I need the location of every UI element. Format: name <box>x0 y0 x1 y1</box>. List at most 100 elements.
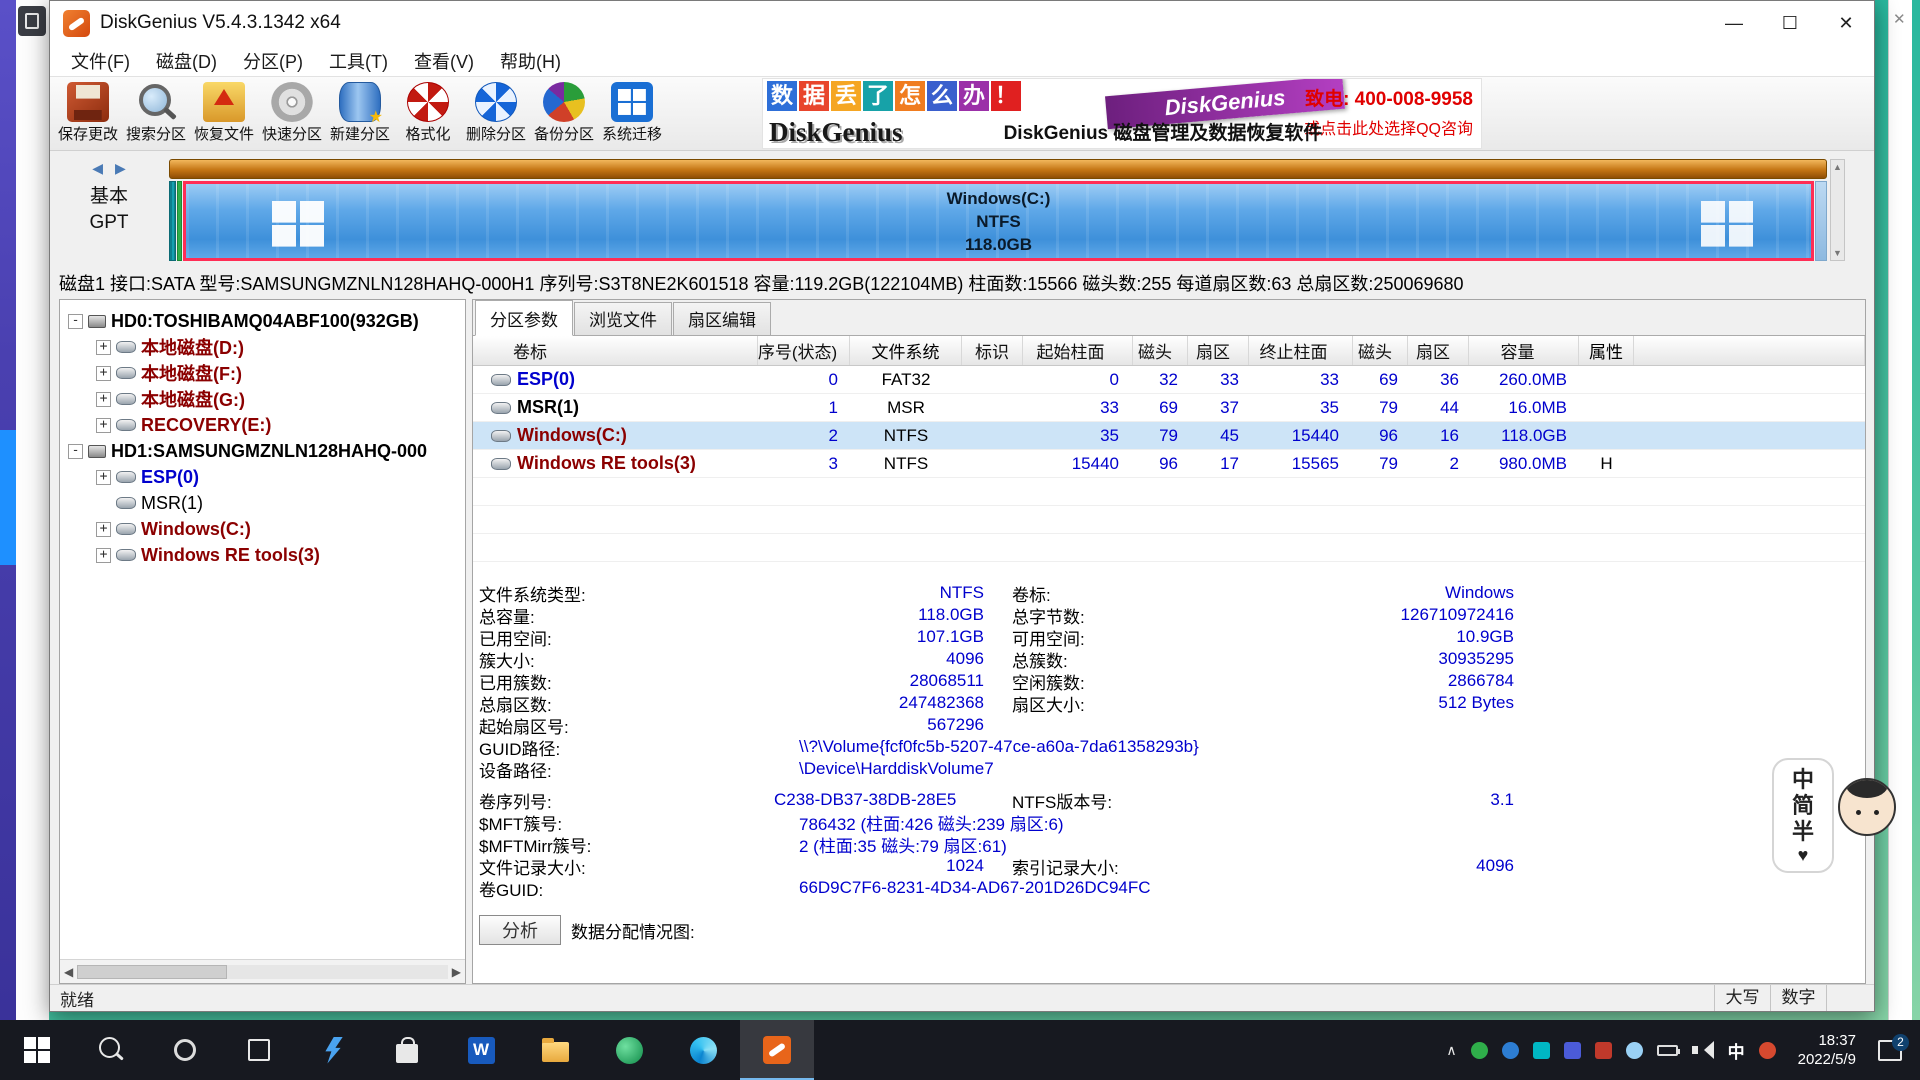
column-header[interactable]: 标识 <box>962 336 1023 365</box>
scroll-right-arrow-icon[interactable]: ▶ <box>452 965 461 979</box>
battery-icon[interactable] <box>1657 1045 1678 1056</box>
menu-tools[interactable]: 工具(T) <box>316 48 401 74</box>
expand-icon[interactable]: + <box>96 340 111 355</box>
column-header[interactable]: 文件系统 <box>850 336 962 365</box>
prev-disk-arrow-icon[interactable]: ◀ <box>92 160 115 176</box>
tray-icon-sogou[interactable] <box>1759 1042 1776 1059</box>
table-row-windows-c[interactable]: Windows(C:) 2 NTFS 35 79 45 15440 96 16 … <box>473 422 1865 450</box>
tray-icon-blue[interactable] <box>1502 1042 1519 1059</box>
tray-icon-red[interactable] <box>1595 1042 1612 1059</box>
background-close-icon[interactable]: ✕ <box>1893 10 1906 28</box>
column-header[interactable]: 扇区 <box>1188 336 1249 365</box>
tab-browse-files[interactable]: 浏览文件 <box>574 302 672 335</box>
start-button[interactable] <box>0 1020 74 1080</box>
column-header[interactable]: 容量 <box>1469 336 1579 365</box>
recover-files-button[interactable]: 恢复文件 <box>190 77 258 150</box>
column-header[interactable]: 扇区 <box>1408 336 1469 365</box>
expand-icon[interactable]: + <box>96 522 111 537</box>
expand-icon[interactable]: + <box>96 548 111 563</box>
menu-view[interactable]: 查看(V) <box>401 48 487 74</box>
partition-block-windows-c[interactable]: Windows(C:) NTFS 118.0GB <box>183 181 1814 261</box>
disk-header-bar[interactable] <box>169 159 1827 179</box>
column-header[interactable]: 磁头 <box>1353 336 1408 365</box>
partition-block-msr[interactable] <box>177 181 182 261</box>
expand-icon[interactable]: + <box>96 418 111 433</box>
ad-banner[interactable]: 数 据 丢 了 怎 么 办 ！ DiskGenius DiskGenius 致电… <box>762 78 1482 149</box>
taskbar-search-button[interactable] <box>74 1020 148 1080</box>
format-button[interactable]: 格式化 <box>394 77 462 150</box>
tree-item-hd1[interactable]: - HD1:SAMSUNGMZNLN128HAHQ-000 <box>60 438 465 464</box>
expand-icon[interactable]: + <box>96 366 111 381</box>
tree-item-windows-re[interactable]: + Windows RE tools(3) <box>60 542 465 568</box>
minimize-button[interactable]: — <box>1706 1 1762 45</box>
column-header[interactable]: 序号(状态) <box>758 336 850 365</box>
snowflake-icon[interactable] <box>1626 1042 1643 1059</box>
app-button-word[interactable] <box>444 1020 518 1080</box>
cortana-button[interactable] <box>148 1020 222 1080</box>
tree-item-esp[interactable]: + ESP(0) <box>60 464 465 490</box>
tree-item-local-g[interactable]: + 本地磁盘(G:) <box>60 386 465 412</box>
expand-icon[interactable]: + <box>96 392 111 407</box>
new-partition-button[interactable]: 新建分区 <box>326 77 394 150</box>
tray-icon-green[interactable] <box>1471 1042 1488 1059</box>
app-button-browser-green[interactable] <box>592 1020 666 1080</box>
menu-file[interactable]: 文件(F) <box>58 48 143 74</box>
quick-partition-button[interactable]: 快速分区 <box>258 77 326 150</box>
maximize-button[interactable]: ☐ <box>1762 1 1818 45</box>
partition-block-esp[interactable] <box>169 181 176 261</box>
column-header[interactable]: 磁头 <box>1133 336 1188 365</box>
partition-block-re-tools[interactable] <box>1815 181 1827 261</box>
tree-item-windows-c[interactable]: + Windows(C:) <box>60 516 465 542</box>
ime-indicator[interactable]: 中 <box>1728 1038 1745 1063</box>
tab-partition-params[interactable]: 分区参数 <box>475 300 573 336</box>
app-button-diskgenius[interactable] <box>740 1020 814 1080</box>
scroll-left-arrow-icon[interactable]: ◀ <box>64 965 73 979</box>
menu-partition[interactable]: 分区(P) <box>230 48 316 74</box>
app-button-flash[interactable] <box>296 1020 370 1080</box>
column-header[interactable]: 起始柱面 <box>1023 336 1133 365</box>
system-migrate-button[interactable]: 系统迁移 <box>598 77 666 150</box>
menu-help[interactable]: 帮助(H) <box>487 48 574 74</box>
menu-disk[interactable]: 磁盘(D) <box>143 48 230 74</box>
tray-icon-indigo[interactable] <box>1564 1042 1581 1059</box>
collapse-icon[interactable]: - <box>68 444 83 459</box>
ad-slogan: 数 据 丢 了 怎 么 办 ！ <box>767 81 1021 111</box>
tree-item-hd0[interactable]: - HD0:TOSHIBAMQ04ABF100(932GB) <box>60 308 465 334</box>
close-button[interactable]: ✕ <box>1818 1 1874 45</box>
scrollbar-thumb[interactable] <box>77 965 227 979</box>
scrollbar-track[interactable] <box>77 965 448 979</box>
next-disk-arrow-icon[interactable]: ▶ <box>115 160 138 176</box>
column-header[interactable]: 卷标 <box>473 336 758 365</box>
volume-details: 文件系统类型:NTFS卷标:Windows 总容量:118.0GB总字节数:12… <box>473 582 1865 984</box>
analyze-button[interactable]: 分析 <box>479 915 561 945</box>
tree-item-recovery-e[interactable]: + RECOVERY(E:) <box>60 412 465 438</box>
table-row-msr[interactable]: MSR(1) 1 MSR 33 69 37 35 79 44 16.0MB <box>473 394 1865 422</box>
column-header[interactable]: 终止柱面 <box>1249 336 1353 365</box>
save-changes-button[interactable]: 保存更改 <box>54 77 122 150</box>
delete-partition-button[interactable]: 删除分区 <box>462 77 530 150</box>
tree-item-msr[interactable]: MSR(1) <box>60 490 465 516</box>
taskbar-clock[interactable]: 18:37 2022/5/9 <box>1798 1031 1856 1070</box>
task-view-button[interactable] <box>222 1020 296 1080</box>
action-center-icon[interactable]: 2 <box>1878 1040 1902 1061</box>
expand-icon[interactable]: + <box>96 470 111 485</box>
column-header[interactable]: 属性 <box>1579 336 1634 365</box>
table-row-esp[interactable]: ESP(0) 0 FAT32 0 32 33 33 69 36 260.0MB <box>473 366 1865 394</box>
collapse-icon[interactable]: - <box>68 314 83 329</box>
search-partition-button[interactable]: 搜索分区 <box>122 77 190 150</box>
app-button-store[interactable] <box>370 1020 444 1080</box>
app-button-file-explorer[interactable] <box>518 1020 592 1080</box>
tree-item-local-f[interactable]: + 本地磁盘(F:) <box>60 360 465 386</box>
hidden-icons-chevron[interactable]: ∧ <box>1446 1042 1456 1059</box>
slogan-char: 么 <box>927 81 957 111</box>
tray-icon-teal[interactable] <box>1533 1042 1550 1059</box>
tab-sector-edit[interactable]: 扇区编辑 <box>673 302 771 335</box>
app-button-edge[interactable] <box>666 1020 740 1080</box>
tree-horizontal-scrollbar[interactable]: ◀ ▶ <box>60 959 465 983</box>
tree-item-local-d[interactable]: + 本地磁盘(D:) <box>60 334 465 360</box>
backup-partition-button[interactable]: 备份分区 <box>530 77 598 150</box>
disk-list-scrollbar[interactable]: ▲▼ <box>1830 159 1845 261</box>
table-row-windows-re[interactable]: Windows RE tools(3) 3 NTFS 15440 96 17 1… <box>473 450 1865 478</box>
cell-fs: MSR <box>850 398 962 418</box>
volume-icon[interactable] <box>1692 1041 1714 1059</box>
